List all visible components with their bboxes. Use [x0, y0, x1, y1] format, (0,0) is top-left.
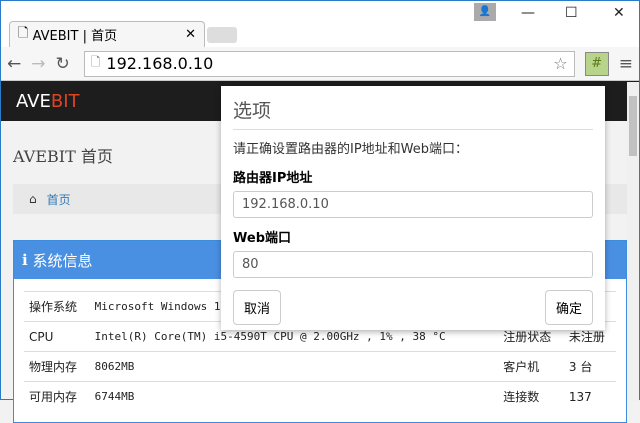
- info-icon: ℹ: [22, 251, 33, 269]
- ok-button[interactable]: 确定: [544, 290, 593, 325]
- back-icon[interactable]: ←: [7, 54, 21, 74]
- minimize-button[interactable]: —: [521, 5, 535, 21]
- title-bar: 🗋 AVEBIT | 首页 ✕ 👤 — ☐ ✕: [1, 1, 639, 47]
- port-label: Web端口: [233, 231, 291, 246]
- port-input[interactable]: [233, 251, 593, 278]
- cancel-button[interactable]: 取消: [233, 290, 282, 325]
- panel-title: 系统信息: [32, 251, 93, 270]
- table-row: 物理内存 8062MB 客户机 3 台: [24, 351, 616, 382]
- table-row: 可用内存 6744MB 连接数 137: [24, 381, 616, 412]
- popup-title: 选项: [233, 96, 593, 130]
- new-tab-button[interactable]: [207, 27, 237, 43]
- toolbar: ← → ↻ 🗋 192.168.0.10 ☆ # ≡: [1, 47, 639, 81]
- close-window-button[interactable]: ✕: [613, 5, 625, 21]
- menu-icon[interactable]: ≡: [619, 54, 633, 74]
- scrollbar[interactable]: [627, 82, 639, 401]
- tab-title: AVEBIT | 首页: [32, 29, 118, 44]
- home-icon: ⌂: [29, 192, 37, 206]
- url-text: 192.168.0.10: [106, 54, 214, 73]
- extension-icon[interactable]: #: [584, 51, 609, 76]
- popup-hint: 请正确设置路由器的IP地址和Web端口：: [233, 142, 469, 157]
- breadcrumb-home-link[interactable]: 首页: [47, 191, 71, 208]
- address-bar[interactable]: 🗋 192.168.0.10 ☆: [83, 50, 575, 77]
- close-tab-icon[interactable]: ✕: [185, 27, 196, 42]
- star-icon[interactable]: ☆: [553, 54, 567, 73]
- forward-icon[interactable]: →: [31, 54, 45, 74]
- ip-input[interactable]: [233, 191, 593, 218]
- options-popup: 选项 请正确设置路由器的IP地址和Web端口： 路由器IP地址 Web端口 取消…: [221, 86, 605, 330]
- brand-logo[interactable]: AVEBIT: [16, 91, 80, 112]
- page-icon: 🗋: [90, 55, 101, 69]
- maximize-button[interactable]: ☐: [565, 5, 578, 21]
- browser-tab[interactable]: 🗋 AVEBIT | 首页 ✕: [9, 21, 205, 47]
- profile-icon[interactable]: 👤: [474, 3, 496, 21]
- page-icon: 🗋: [18, 25, 33, 41]
- ip-label: 路由器IP地址: [233, 171, 313, 186]
- reload-icon[interactable]: ↻: [56, 54, 70, 74]
